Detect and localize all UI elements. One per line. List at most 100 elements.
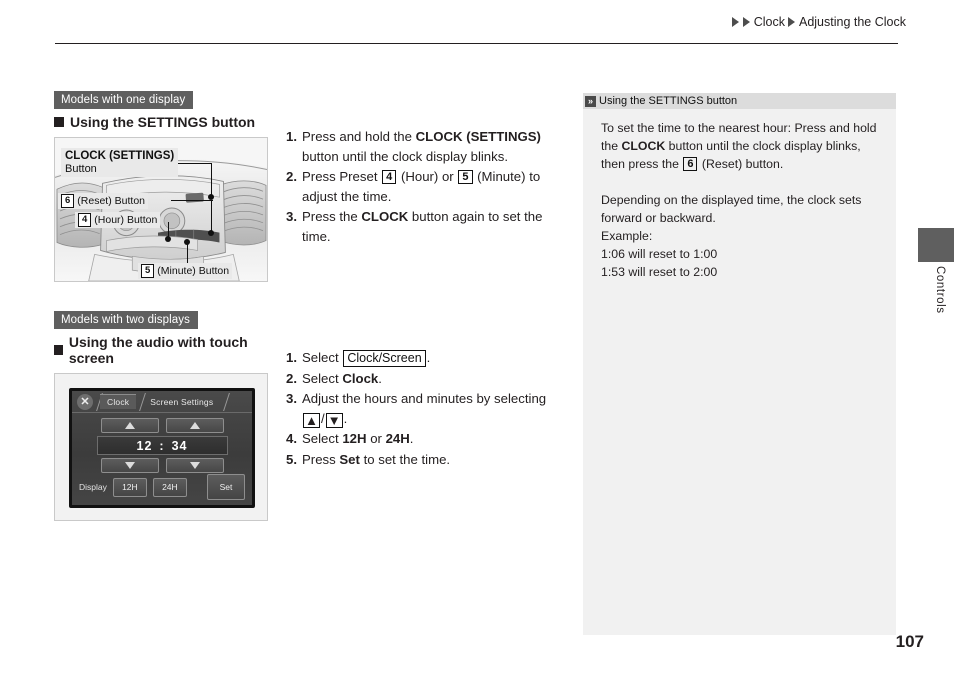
note-panel: » Using the SETTINGS button To set the t… — [583, 93, 896, 635]
callout-clock-settings: CLOCK (SETTINGS) Button — [61, 148, 179, 177]
set-button[interactable]: Set — [207, 474, 245, 500]
step-emphasis: CLOCK (SETTINGS) — [415, 129, 541, 144]
breadcrumb-item-clock[interactable]: Clock — [754, 15, 785, 29]
step-item: 2. Press Preset 4 (Hour) or 5 (Minute) t… — [286, 167, 568, 206]
preset-minute-number: 5 — [458, 170, 473, 184]
step-item: 4. Select 12H or 24H. — [286, 429, 568, 449]
dashboard-figure: CLOCK (SETTINGS) Button 6 (Reset) Button… — [54, 137, 268, 282]
up-arrow-icon — [124, 422, 135, 429]
breadcrumb: Clock Adjusting the Clock — [731, 15, 954, 29]
model-badge-two-displays: Models with two displays — [54, 311, 198, 329]
note-panel-body: To set the time to the nearest hour: Pre… — [583, 109, 896, 281]
step-number: 4. — [286, 431, 297, 446]
time-hours: 12 — [136, 438, 153, 453]
double-chevron-icon: » — [585, 95, 596, 107]
up-arrow-row — [80, 418, 244, 433]
step-item: 2. Select Clock. — [286, 369, 568, 389]
page-number: 107 — [895, 632, 924, 651]
step-emphasis: 12H — [342, 431, 367, 446]
step-emphasis: CLOCK — [361, 209, 409, 224]
step-number: 5. — [286, 451, 297, 467]
step-emphasis: 24H — [385, 431, 410, 446]
step-text: Select Clock/Screen. — [302, 350, 431, 367]
section-one: Models with one display Using the SETTIN… — [54, 90, 270, 282]
note-emphasis: CLOCK — [621, 139, 666, 153]
step-text: Adjust the hours and minutes by selectin… — [302, 391, 547, 428]
step-emphasis: Set — [339, 451, 360, 467]
touchscreen: ✕ Clock Screen Settings 12: 34 Display … — [69, 388, 255, 508]
down-arrow-row — [80, 458, 244, 473]
note-panel-title: Using the SETTINGS button — [599, 95, 738, 107]
chapter-tab-marker — [918, 228, 954, 262]
callout-minute: 5 (Minute) Button — [138, 263, 233, 279]
time-minutes: 34 — [171, 438, 188, 453]
touchscreen-tabbar: ✕ Clock Screen Settings — [72, 391, 252, 413]
section-one-steps: 1. Press and hold the CLOCK (SETTINGS) b… — [286, 127, 568, 247]
note-panel-header: » Using the SETTINGS button — [583, 93, 896, 109]
step-emphasis: Clock — [342, 370, 379, 386]
step-item: 3. Adjust the hours and minutes by selec… — [286, 389, 568, 428]
breadcrumb-arrow-icon — [787, 17, 795, 27]
callout-reset-label: (Reset) Button — [77, 194, 145, 207]
step-text: Select 12H or 24H. — [302, 431, 414, 446]
step-item: 5. Press Set to set the time. — [286, 450, 568, 470]
section-two-heading-text: Using the audio with touch screen — [68, 334, 248, 366]
callout-reset-number: 6 — [61, 194, 75, 208]
step-text: Press and hold the CLOCK (SETTINGS) butt… — [302, 129, 541, 164]
note-paragraph-two-line-2: Example: — [601, 229, 653, 243]
format-12h-button[interactable]: 12H — [112, 477, 147, 497]
minute-down-button[interactable] — [165, 458, 224, 473]
display-label: Display — [79, 482, 107, 492]
callout-hour: 4 (Hour) Button — [75, 212, 161, 228]
up-arrow-icon — [189, 422, 200, 429]
step-number: 3. — [286, 209, 297, 224]
section-two-heading: Using the audio with touch screen — [54, 334, 270, 366]
up-arrow-key: ▲ — [303, 412, 320, 428]
section-two: Models with two displays Using the audio… — [54, 310, 270, 521]
touchscreen-footer: Display 12H 24H Set — [72, 474, 252, 500]
callout-clock-settings-subtitle: Button — [65, 162, 97, 175]
callout-hour-number: 4 — [78, 213, 92, 227]
touchscreen-body: 12 : 34 — [72, 413, 252, 473]
tab-screen-settings[interactable]: Screen Settings — [143, 395, 220, 409]
section-two-steps: 1. Select Clock/Screen. 2. Select Clock.… — [286, 348, 568, 470]
callout-reset: 6 (Reset) Button — [58, 193, 148, 209]
leader-line-clock-settings — [174, 163, 212, 165]
preset-hour-number: 4 — [382, 170, 397, 184]
callout-minute-number: 5 — [141, 264, 155, 278]
callout-minute-label: (Minute) Button — [157, 264, 230, 277]
step-item: 1. Select Clock/Screen. — [286, 348, 568, 368]
chapter-tab-label: Controls — [934, 266, 946, 314]
page-header: Clock Adjusting the Clock — [0, 14, 954, 32]
breadcrumb-arrow-icon — [742, 17, 750, 27]
time-display: 12 : 34 — [96, 436, 228, 455]
callout-clock-settings-title: CLOCK (SETTINGS) — [65, 150, 175, 162]
note-paragraph-two-line-1: Depending on the displayed time, the clo… — [601, 193, 862, 225]
step-text: Select Clock. — [302, 370, 382, 386]
breadcrumb-arrow-icon — [731, 17, 739, 27]
step-item: 3. Press the CLOCK button again to set t… — [286, 207, 568, 246]
section-one-heading-text: Using the SETTINGS button — [70, 114, 256, 130]
clock-screen-key: Clock/Screen — [343, 350, 426, 367]
leader-dot-hour — [165, 236, 171, 242]
note-paragraph-two-line-3: 1:06 will reset to 1:00 — [601, 247, 718, 261]
down-arrow-icon — [189, 462, 200, 469]
step-text: Press the CLOCK button again to set the … — [302, 209, 543, 244]
breadcrumb-item-adjusting-the-clock[interactable]: Adjusting the Clock — [799, 15, 906, 29]
minute-up-button[interactable] — [165, 418, 224, 433]
down-arrow-icon — [124, 462, 135, 469]
tab-clock[interactable]: Clock — [100, 394, 137, 409]
hour-up-button[interactable] — [100, 418, 159, 433]
format-24h-button[interactable]: 24H — [152, 477, 187, 497]
hour-down-button[interactable] — [100, 458, 159, 473]
time-separator: : — [159, 438, 165, 453]
step-text: Press Preset 4 (Hour) or 5 (Minute) to a… — [302, 169, 541, 204]
bullet-square-icon — [54, 117, 64, 127]
step-item: 1. Press and hold the CLOCK (SETTINGS) b… — [286, 127, 568, 166]
step-number: 1. — [286, 129, 297, 144]
leader-dot-reset — [208, 230, 214, 236]
note-spacer — [601, 173, 882, 191]
bullet-square-icon — [54, 345, 63, 355]
step-number: 3. — [286, 391, 297, 406]
section-one-heading: Using the SETTINGS button — [54, 114, 270, 130]
